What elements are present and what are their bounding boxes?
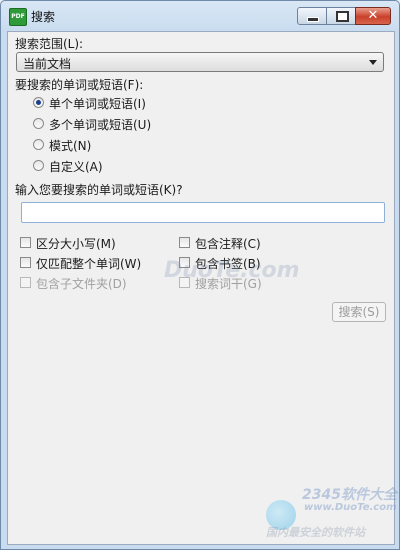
checkbox-label: 包含子文件夹(D)	[36, 277, 127, 291]
close-icon: ✕	[367, 8, 379, 23]
checkbox-icon	[20, 237, 31, 248]
title-bar[interactable]: PDF 搜索 ✕	[1, 1, 399, 31]
radio-unselected-icon	[33, 118, 44, 129]
checkbox-label: 仅匹配整个单词(W)	[36, 257, 142, 271]
search-dialog: PDF 搜索 ✕ 搜索范围(L): 当前文档 要搜索的单词或短语(F): 单个单…	[0, 0, 400, 550]
mode-label: 要搜索的单词或短语(F):	[15, 78, 144, 92]
scope-dropdown[interactable]: 当前文档	[16, 52, 384, 72]
scope-selected-value: 当前文档	[23, 57, 72, 71]
watermark-center: DuoTe.com	[164, 258, 300, 283]
query-label: 输入您要搜索的单词或短语(K)?	[15, 183, 183, 197]
scope-label: 搜索范围(L):	[15, 37, 84, 51]
search-button[interactable]: 搜索(S)	[332, 302, 386, 322]
app-pdf-icon: PDF	[9, 8, 27, 26]
chevron-down-icon	[369, 60, 377, 65]
checkbox-icon	[179, 237, 190, 248]
minimize-button[interactable]	[297, 7, 327, 25]
maximize-button[interactable]	[326, 7, 356, 25]
radio-unselected-icon	[33, 139, 44, 150]
radio-label: 单个单词或短语(I)	[49, 97, 146, 111]
maximize-icon	[336, 11, 349, 22]
checkbox-icon	[20, 257, 31, 268]
watermark-url: www.DuoTe.com	[304, 502, 397, 513]
watermark-tagline: 国内最安全的软件站	[266, 526, 365, 539]
close-button[interactable]: ✕	[355, 7, 391, 25]
window-title: 搜索	[31, 10, 56, 24]
minimize-icon	[307, 17, 319, 22]
search-query-input[interactable]	[21, 202, 385, 223]
radio-label: 模式(N)	[49, 139, 92, 153]
checkbox-icon	[20, 277, 31, 288]
radio-label: 多个单词或短语(U)	[49, 118, 152, 132]
checkbox-label: 区分大小写(M)	[36, 237, 116, 251]
radio-label: 自定义(A)	[49, 160, 103, 174]
watermark-brand: 2345软件大全	[302, 487, 397, 503]
dialog-body: 搜索范围(L): 当前文档 要搜索的单词或短语(F): 单个单词或短语(I) 多…	[7, 31, 397, 545]
radio-selected-icon	[33, 97, 44, 108]
checkbox-label: 包含注释(C)	[195, 237, 261, 251]
radio-unselected-icon	[33, 160, 44, 171]
